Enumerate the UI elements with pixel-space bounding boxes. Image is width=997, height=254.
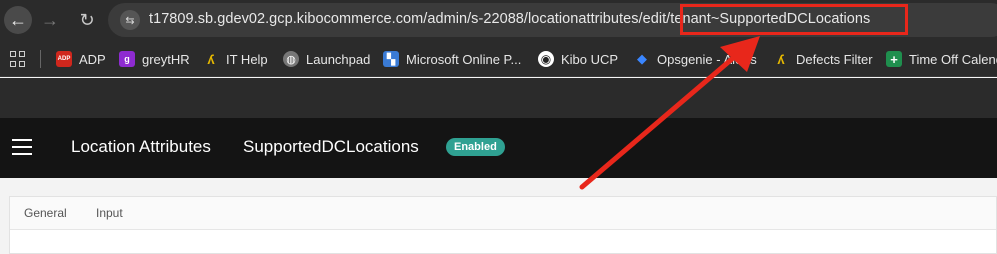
greythr-icon: g bbox=[119, 51, 135, 67]
bookmark-greythr[interactable]: g greytHR bbox=[119, 49, 190, 69]
bookmarks-bar: ADP ADP g greytHR ʎ IT Help ◍ Launchpad … bbox=[0, 40, 997, 77]
microsoft-icon: ▚ bbox=[383, 51, 399, 67]
bookmark-label: Launchpad bbox=[306, 51, 371, 67]
adp-icon: ADP bbox=[56, 51, 72, 67]
attribute-name: SupportedDCLocations bbox=[243, 137, 419, 156]
sheets-icon: + bbox=[886, 51, 902, 67]
bookmark-label: Time Off Calendar bbox=[909, 51, 997, 67]
bookmark-label: ADP bbox=[79, 51, 106, 67]
bookmark-defects-filter[interactable]: ʎ Defects Filter bbox=[773, 49, 873, 69]
bookmark-time-off-calendar[interactable]: + Time Off Calendar bbox=[886, 49, 997, 69]
reload-icon[interactable]: ↻ bbox=[73, 6, 101, 34]
browser-address-row: ← → ↻ ⇆ t17809.sb.gdev02.gcp.kibocommerc… bbox=[0, 0, 997, 40]
bookmarks-divider bbox=[40, 50, 41, 68]
hamburger-menu-icon[interactable] bbox=[12, 139, 32, 155]
status-badge: Enabled bbox=[446, 138, 505, 156]
attribute-card: General Input bbox=[9, 196, 997, 254]
it-help-icon: ʎ bbox=[207, 51, 215, 67]
tab-general[interactable]: General bbox=[24, 206, 67, 220]
opsgenie-icon: ◆ bbox=[637, 51, 647, 66]
apps-grid-icon[interactable] bbox=[10, 51, 26, 67]
bookmark-launchpad[interactable]: ◍ Launchpad bbox=[283, 49, 370, 69]
jira-icon: ʎ bbox=[777, 51, 785, 67]
bookmark-label: greytHR bbox=[142, 51, 190, 67]
site-info-icon[interactable]: ⇆ bbox=[120, 10, 140, 30]
bookmark-kibo-ucp[interactable]: ◉ Kibo UCP bbox=[538, 49, 618, 69]
bookmark-label: IT Help bbox=[226, 51, 268, 67]
url-highlight-box bbox=[680, 4, 908, 35]
tab-input[interactable]: Input bbox=[96, 206, 123, 220]
bookmark-label: Microsoft Online P... bbox=[406, 51, 522, 67]
bookmark-it-help[interactable]: ʎ IT Help bbox=[203, 49, 268, 69]
tab-bar: General Input bbox=[10, 197, 996, 230]
bookmark-label: Defects Filter bbox=[796, 51, 873, 67]
bookmark-adp[interactable]: ADP ADP bbox=[56, 49, 106, 69]
bookmark-microsoft-online[interactable]: ▚ Microsoft Online P... bbox=[383, 49, 521, 69]
globe-icon: ◍ bbox=[283, 51, 299, 67]
bookmark-label: Opsgenie - Alerts bbox=[657, 51, 757, 67]
browser-blank-strip bbox=[0, 78, 997, 118]
page-title: Location Attributes bbox=[71, 137, 211, 156]
bookmark-opsgenie[interactable]: ◆ Opsgenie - Alerts bbox=[634, 49, 757, 69]
app-header: Location Attributes SupportedDCLocations… bbox=[0, 118, 997, 178]
main-content: General Input bbox=[0, 178, 997, 254]
bookmark-label: Kibo UCP bbox=[561, 51, 619, 67]
forward-arrow-icon[interactable]: → bbox=[36, 6, 64, 34]
back-arrow-icon[interactable]: ← bbox=[4, 6, 32, 34]
github-icon: ◉ bbox=[538, 51, 554, 67]
